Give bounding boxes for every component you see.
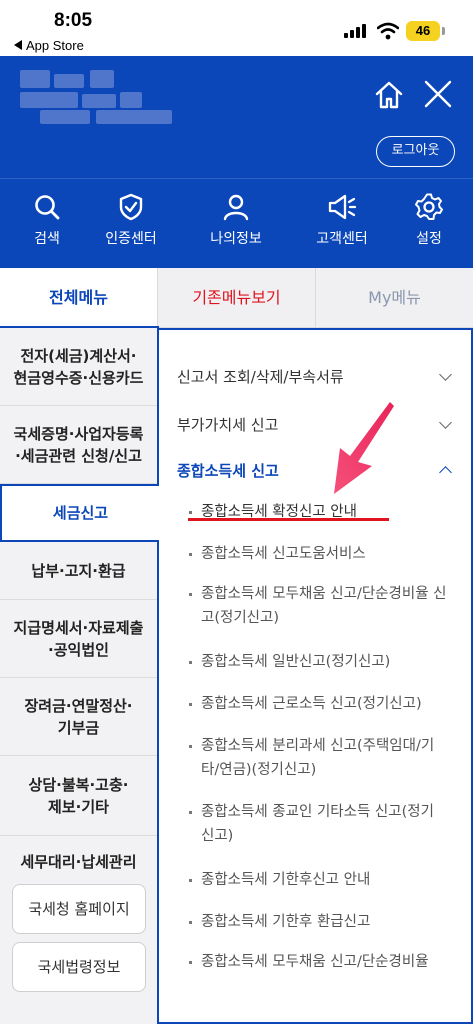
left-menu-item-tax-agent[interactable]: 세무대리·납세관리 [0, 836, 157, 888]
left-menu-label: 세무대리·납세관리 [20, 853, 137, 871]
user-icon [223, 194, 249, 221]
search-icon [35, 195, 60, 220]
left-menu-item-certificates[interactable]: 국세증명·사업자등록 ·세금관련 신청/신고 [0, 406, 157, 484]
submenu-item-label: 종합소득세 기한후 환급신고 [201, 914, 371, 930]
bullet-icon [189, 511, 192, 514]
chevron-down-icon[interactable] [439, 368, 452, 381]
bullet-icon [189, 879, 192, 882]
chevron-down-icon[interactable] [439, 416, 452, 429]
back-label: App Store [26, 38, 84, 53]
left-menu-item-payment-statements[interactable]: 지급명세서·자료제출 ·공익법인 [0, 600, 157, 678]
submenu-item-label: 종합소득세 기한후신고 안내 [201, 872, 371, 888]
quick-search-label: 검색 [34, 231, 60, 247]
quick-customer-center-label: 고객센터 [316, 231, 368, 247]
battery-cap [442, 27, 445, 35]
left-menu-label: 장려금·연말정산· 기부금 [24, 696, 133, 737]
bullet-icon [189, 811, 192, 814]
submenu-item[interactable]: 종합소득세 모두채움 신고/단순경비율 [177, 950, 447, 974]
home-icon[interactable] [374, 80, 404, 110]
bullet-icon [189, 553, 192, 556]
bullet-icon [189, 745, 192, 748]
highlight-underline [188, 518, 389, 521]
bullet-icon [189, 703, 192, 706]
left-menu-item-tax-filing[interactable]: 세금신고 [0, 484, 159, 542]
header-divider [0, 178, 473, 179]
tab-all-menu[interactable]: 전체메뉴 [0, 268, 157, 328]
quick-my-info-button[interactable]: 나의정보 [189, 192, 283, 248]
submenu-item-label: 종합소득세 신고도움서비스 [201, 546, 366, 562]
submenu-section-report-lookup[interactable]: 신고서 조회/삭제/부속서류 [177, 366, 344, 387]
submenu-item[interactable]: 종합소득세 근로소득 신고(정기신고) [177, 692, 447, 716]
tab-my-menu[interactable]: My메뉴 [315, 268, 473, 328]
submenu-item-label: 종합소득세 일반신고(정기신고) [201, 654, 391, 670]
quick-settings-button[interactable]: 설정 [382, 192, 473, 248]
logout-button[interactable]: 로그아웃 [376, 136, 455, 167]
left-menu-item-e-invoice[interactable]: 전자(세금)계산서· 현금영수증·신용카드 [0, 328, 157, 406]
signal-icon [344, 24, 370, 38]
left-menu-item-consultation[interactable]: 상담·불복·고충· 제보·기타 [0, 756, 157, 836]
submenu-item[interactable]: 종합소득세 기한후 환급신고 [177, 910, 447, 934]
status-time: 8:05 [54, 10, 93, 31]
submenu-item[interactable]: 종합소득세 신고도움서비스 [177, 542, 447, 566]
nts-homepage-button[interactable]: 국세청 홈페이지 [12, 884, 146, 934]
quick-my-info-label: 나의정보 [210, 231, 262, 247]
menu-tabs: 전체메뉴 기존메뉴보기 My메뉴 [0, 268, 473, 328]
annotation-arrow-icon [334, 402, 394, 494]
quick-auth-center-label: 인증센터 [105, 231, 157, 247]
left-menu-label: 국세증명·사업자등록 ·세금관련 신청/신고 [13, 424, 144, 465]
submenu-item-label: 종합소득세 모두채움 신고/단순경비율 신고(정기신고) [201, 586, 447, 626]
back-arrow-icon [14, 40, 22, 50]
quick-settings-label: 설정 [416, 231, 442, 247]
left-menu-item-incentives[interactable]: 장려금·연말정산· 기부금 [0, 678, 157, 756]
wifi-icon [377, 22, 399, 40]
submenu-item[interactable]: 종합소득세 분리과세 신고(주택임대/기타/연금)(정기신고) [177, 734, 447, 782]
tab-old-menu[interactable]: 기존메뉴보기 [157, 268, 315, 328]
bullet-icon [189, 593, 192, 596]
quick-auth-center-button[interactable]: 인증센터 [84, 192, 178, 248]
app-header: 로그아웃 검색 인증센터 나의정보 고객센터 설정 [0, 56, 473, 268]
submenu-item-label: 종합소득세 모두채움 신고/단순경비율 [201, 954, 429, 970]
left-menu-label: 전자(세금)계산서· 현금영수증·신용카드 [13, 346, 144, 387]
status-bar: 8:05 App Store 46 [0, 0, 473, 56]
quick-search-button[interactable]: 검색 [0, 192, 94, 248]
bullet-icon [189, 921, 192, 924]
submenu-item[interactable]: 종합소득세 종교인 기타소득 신고(정기신고) [177, 800, 447, 848]
bullet-icon [189, 661, 192, 664]
shield-icon [119, 193, 143, 221]
back-to-app-store[interactable]: App Store [14, 38, 84, 53]
submenu-item-label: 종합소득세 근로소득 신고(정기신고) [201, 696, 422, 712]
left-menu-label: 상담·불복·고충· 제보·기타 [28, 775, 129, 816]
submenu-item[interactable]: 종합소득세 모두채움 신고/단순경비율 신고(정기신고) [177, 582, 447, 630]
bullet-icon [189, 961, 192, 964]
submenu-section-income-tax[interactable]: 종합소득세 신고 [177, 460, 279, 481]
submenu-item-label: 종합소득세 분리과세 신고(주택임대/기타/연금)(정기신고) [201, 738, 435, 778]
submenu-item[interactable]: 종합소득세 일반신고(정기신고) [177, 650, 447, 674]
chevron-up-icon[interactable] [439, 466, 452, 479]
quick-customer-center-button[interactable]: 고객센터 [295, 192, 389, 248]
close-icon[interactable] [424, 80, 452, 108]
megaphone-icon [328, 194, 357, 220]
left-menu-label: 세금신고 [52, 504, 109, 522]
tabs-underline [0, 326, 159, 328]
gear-icon [415, 193, 443, 220]
battery-indicator: 46 [406, 21, 440, 41]
submenu-item[interactable]: 종합소득세 기한후신고 안내 [177, 868, 447, 892]
tax-law-info-button[interactable]: 국세법령정보 [12, 942, 146, 992]
submenu-item-label: 종합소득세 종교인 기타소득 신고(정기신고) [201, 804, 434, 844]
blurred-user-name [20, 70, 172, 128]
left-menu-label: 납부·고지·환급 [31, 561, 126, 580]
submenu-section-vat[interactable]: 부가가치세 신고 [177, 414, 278, 435]
left-category-menu: 전자(세금)계산서· 현금영수증·신용카드 국세증명·사업자등록 ·세금관련 신… [0, 328, 159, 1024]
left-menu-item-payment[interactable]: 납부·고지·환급 [0, 542, 157, 600]
submenu-panel: 신고서 조회/삭제/부속서류 부가가치세 신고 종합소득세 신고 종합소득세 확… [157, 328, 473, 1024]
left-menu-label: 지급명세서·자료제출 ·공익법인 [13, 618, 144, 659]
